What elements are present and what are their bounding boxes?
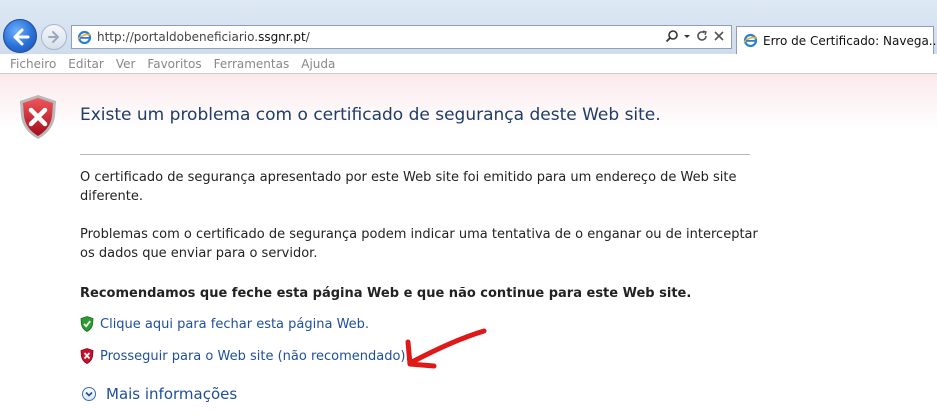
dropdown-icon[interactable] — [683, 29, 691, 43]
menu-ajuda[interactable]: Ajuda — [295, 54, 341, 73]
menu-ficheiro[interactable]: Ficheiro — [4, 54, 62, 73]
url-prefix: http://portaldobeneficiario. — [97, 30, 259, 44]
forward-button[interactable] — [41, 24, 67, 50]
menu-ver[interactable]: Ver — [110, 54, 142, 73]
continue-row: Prosseguir para o Web site (não recomend… — [80, 348, 410, 364]
shield-check-icon — [80, 316, 94, 332]
ie-page-icon — [77, 30, 92, 45]
more-info-label[interactable]: Mais informações — [106, 385, 237, 403]
back-button[interactable] — [3, 19, 37, 53]
refresh-icon[interactable] — [695, 29, 709, 43]
paragraph-risk-warning: Problemas com o certificado de segurança… — [80, 227, 758, 261]
menu-bar: Ficheiro Editar Ver Favoritos Ferramenta… — [0, 54, 937, 74]
url-host: ssgnr.pt — [258, 30, 306, 44]
tab-title: Erro de Certificado: Navega... — [763, 34, 937, 48]
forward-arrow-icon — [48, 31, 59, 43]
menu-ferramentas[interactable]: Ferramentas — [208, 54, 296, 73]
browser-toolbar: http://portaldobeneficiario.ssgnr.pt/ Er… — [0, 0, 937, 54]
stop-icon[interactable] — [713, 29, 725, 43]
tab-certificate-error[interactable]: Erro de Certificado: Navega... — [736, 26, 937, 54]
search-icon[interactable] — [665, 29, 679, 43]
divider — [80, 154, 750, 155]
close-page-link[interactable]: Clique aqui para fechar esta página Web. — [100, 317, 369, 332]
page-title: Existe um problema com o certificado de … — [80, 105, 661, 125]
menu-favoritos[interactable]: Favoritos — [141, 54, 207, 73]
red-arrow-annotation — [405, 328, 487, 369]
ie-tab-icon — [743, 33, 758, 48]
chevron-down-icon — [82, 387, 96, 401]
address-bar[interactable]: http://portaldobeneficiario.ssgnr.pt/ — [71, 25, 732, 49]
more-info-row[interactable]: Mais informações — [82, 385, 237, 403]
back-arrow-icon — [13, 28, 30, 46]
continue-to-site-link[interactable]: Prosseguir para o Web site (não recomend… — [100, 349, 410, 364]
url-suffix: / — [305, 30, 310, 44]
shield-error-icon — [20, 95, 56, 139]
page-content: Existe um problema com o certificado de … — [0, 74, 937, 418]
recommendation-text: Recomendamos que feche esta página Web e… — [80, 286, 692, 301]
shield-x-icon — [80, 348, 94, 364]
close-page-row: Clique aqui para fechar esta página Web. — [80, 316, 369, 332]
address-tools — [665, 29, 725, 43]
paragraph-address-mismatch: O certificado de segurança apresentado p… — [80, 170, 737, 204]
address-url: http://portaldobeneficiario.ssgnr.pt/ — [97, 30, 310, 44]
menu-editar[interactable]: Editar — [62, 54, 110, 73]
